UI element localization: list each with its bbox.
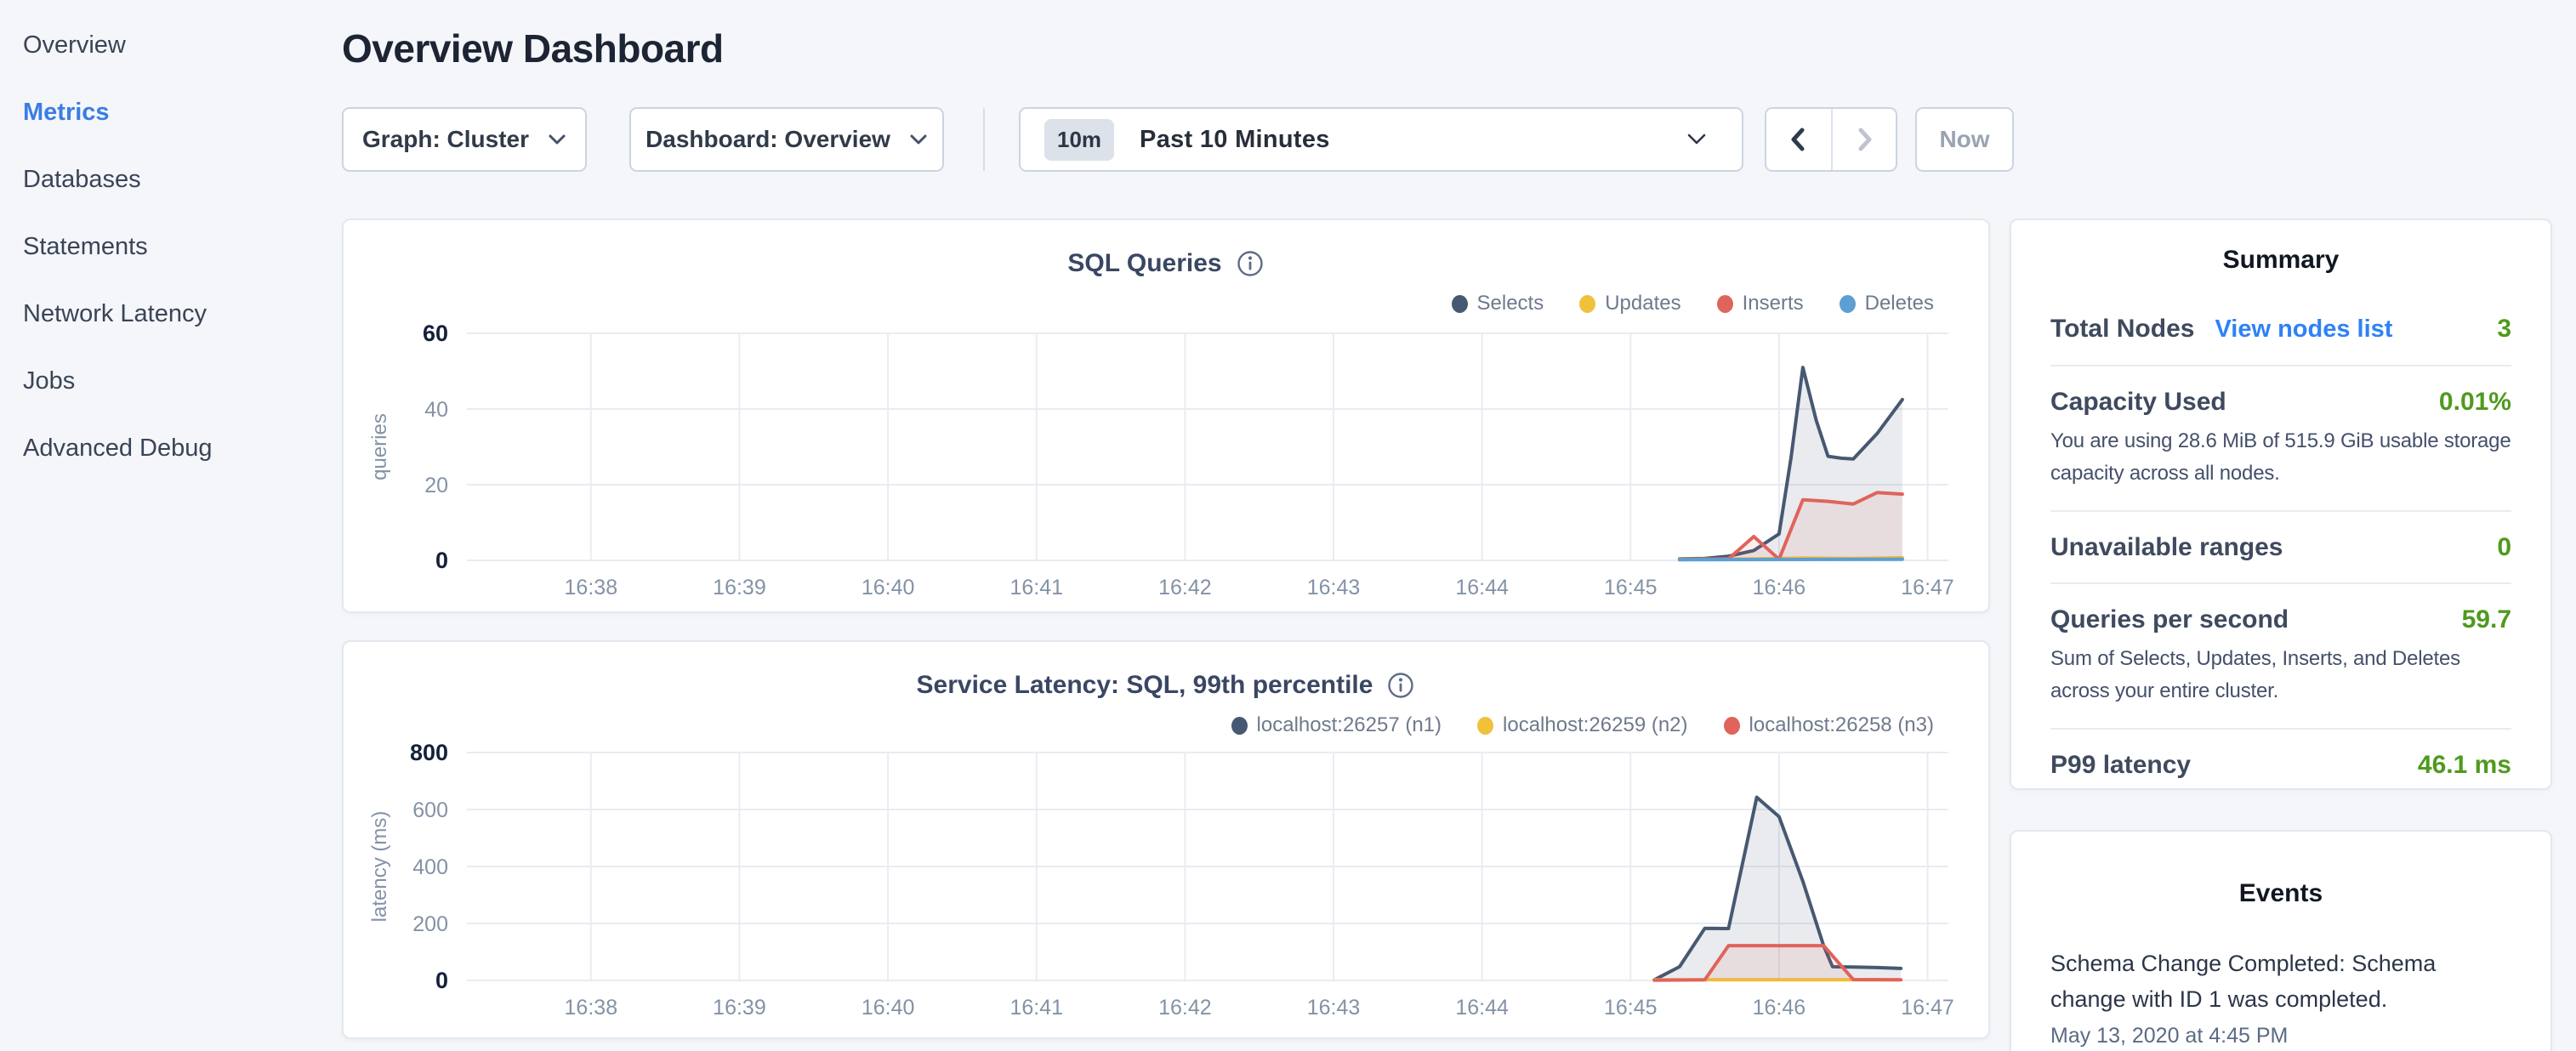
sidebar-item-advanced-debug[interactable]: Advanced Debug xyxy=(23,415,333,482)
summary-title: Summary xyxy=(2050,246,2511,275)
events-panel: Events Schema Change Completed: Schema c… xyxy=(2010,830,2552,1051)
svg-text:16:39: 16:39 xyxy=(713,996,766,1020)
dashboard-dropdown[interactable]: Dashboard: Overview xyxy=(629,107,944,172)
summary-row-description: Sum of Selects, Updates, Inserts, and De… xyxy=(2050,643,2511,707)
summary-rows: Total Nodes View nodes list 3 Capacity Used… xyxy=(2050,314,2511,780)
svg-text:latency (ms): latency (ms) xyxy=(368,811,391,923)
summary-row: Total Nodes View nodes list 3 xyxy=(2050,314,2511,344)
summary-row-label: Unavailable ranges xyxy=(2050,532,2283,562)
summary-divider xyxy=(2050,365,2511,366)
summary-row-value: 0 xyxy=(2497,532,2511,562)
svg-text:0: 0 xyxy=(435,968,448,993)
sidebar-item-databases[interactable]: Databases xyxy=(23,146,333,213)
svg-text:200: 200 xyxy=(412,912,448,936)
summary-row-value: 3 xyxy=(2497,314,2511,344)
svg-text:16:47: 16:47 xyxy=(1901,996,1954,1020)
summary-row-label: Capacity Used xyxy=(2050,387,2226,417)
svg-text:60: 60 xyxy=(423,321,448,346)
sidebar: OverviewMetricsDatabasesStatementsNetwor… xyxy=(0,0,333,482)
chevron-right-icon xyxy=(1850,125,1879,154)
svg-text:16:45: 16:45 xyxy=(1604,576,1658,599)
summary-row-label: Queries per second xyxy=(2050,605,2289,634)
time-step-buttons xyxy=(1765,107,1897,172)
chevron-down-icon xyxy=(548,134,566,145)
svg-text:16:39: 16:39 xyxy=(713,576,766,599)
summary-divider xyxy=(2050,582,2511,584)
event-timestamp: May 13, 2020 at 4:45 PM xyxy=(2050,1024,2511,1048)
time-window-label: Past 10 Minutes xyxy=(1140,126,1330,154)
summary-row-label: Total Nodes xyxy=(2050,314,2194,344)
now-button[interactable]: Now xyxy=(1915,107,2014,172)
time-range-picker[interactable]: 10m Past 10 Minutes xyxy=(1019,107,1743,172)
svg-text:16:43: 16:43 xyxy=(1307,576,1361,599)
svg-text:16:45: 16:45 xyxy=(1604,996,1658,1020)
summary-row: Queries per second 59.7 xyxy=(2050,605,2511,634)
page-title: Overview Dashboard xyxy=(342,26,724,71)
svg-text:16:38: 16:38 xyxy=(565,996,618,1020)
sidebar-item-overview[interactable]: Overview xyxy=(23,12,333,79)
svg-text:16:44: 16:44 xyxy=(1455,576,1509,599)
controls-divider xyxy=(983,108,985,171)
svg-text:16:40: 16:40 xyxy=(862,996,915,1020)
events-title: Events xyxy=(2050,879,2511,908)
summary-divider xyxy=(2050,510,2511,512)
svg-text:16:38: 16:38 xyxy=(565,576,618,599)
graph-dropdown-label: Graph: Cluster xyxy=(362,126,529,153)
svg-text:16:46: 16:46 xyxy=(1753,996,1806,1020)
summary-row-label: P99 latency xyxy=(2050,750,2191,780)
chevron-down-icon xyxy=(909,134,928,145)
svg-text:16:47: 16:47 xyxy=(1901,576,1954,599)
summary-panel: Summary Total Nodes View nodes list 3 Capac… xyxy=(2010,219,2552,790)
svg-text:16:41: 16:41 xyxy=(1009,996,1063,1020)
sidebar-item-network-latency[interactable]: Network Latency xyxy=(23,281,333,348)
summary-divider xyxy=(2050,728,2511,730)
view-nodes-list-link[interactable]: View nodes list xyxy=(2215,315,2392,344)
svg-text:16:42: 16:42 xyxy=(1158,996,1212,1020)
summary-row-description: You are using 28.6 MiB of 515.9 GiB usab… xyxy=(2050,425,2511,490)
svg-text:16:40: 16:40 xyxy=(862,576,915,599)
summary-row: Unavailable ranges 0 xyxy=(2050,532,2511,562)
svg-text:600: 600 xyxy=(412,798,448,822)
summary-row: P99 latency 46.1 ms xyxy=(2050,750,2511,780)
svg-text:16:41: 16:41 xyxy=(1009,576,1063,599)
events-list: Schema Change Completed: Schema change w… xyxy=(2050,946,2511,1048)
svg-text:16:46: 16:46 xyxy=(1753,576,1806,599)
summary-row: Capacity Used 0.01% xyxy=(2050,387,2511,417)
summary-row-value: 59.7 xyxy=(2462,605,2511,634)
svg-text:0: 0 xyxy=(435,548,448,573)
svg-text:queries: queries xyxy=(368,413,391,480)
time-window-badge: 10m xyxy=(1044,119,1114,161)
svg-text:16:44: 16:44 xyxy=(1455,996,1509,1020)
svg-text:16:42: 16:42 xyxy=(1158,576,1212,599)
sidebar-item-jobs[interactable]: Jobs xyxy=(23,348,333,415)
step-forward-button[interactable] xyxy=(1831,109,1896,170)
summary-row-value: 0.01% xyxy=(2439,387,2511,417)
summary-row-value: 46.1 ms xyxy=(2418,750,2511,780)
sql-queries-plot[interactable]: 0 20 40 60 16:38 16:39 16:40 16:41 16:42 16:43 16:… xyxy=(344,220,1988,611)
svg-text:800: 800 xyxy=(410,740,448,765)
svg-text:40: 40 xyxy=(424,398,448,422)
service-latency-chart-card: Service Latency: SQL, 99th percentile lo… xyxy=(342,640,1990,1039)
dashboard-dropdown-label: Dashboard: Overview xyxy=(645,126,890,153)
svg-text:400: 400 xyxy=(412,855,448,879)
event-text: Schema Change Completed: Schema change w… xyxy=(2050,946,2476,1017)
sidebar-item-statements[interactable]: Statements xyxy=(23,213,333,281)
svg-text:16:43: 16:43 xyxy=(1307,996,1361,1020)
step-back-button[interactable] xyxy=(1766,109,1831,170)
chevron-down-icon xyxy=(1686,133,1708,146)
sidebar-item-metrics[interactable]: Metrics xyxy=(23,79,333,146)
sql-queries-chart-card: SQL Queries SelectsUpdatesInsertsDeletes… xyxy=(342,219,1990,613)
service-latency-plot[interactable]: 0 200 400 600 800 16:38 16:39 16:40 16:41 16:42 16… xyxy=(344,642,1988,1037)
chevron-left-icon xyxy=(1784,125,1813,154)
svg-text:20: 20 xyxy=(424,474,448,497)
graph-dropdown[interactable]: Graph: Cluster xyxy=(342,107,587,172)
